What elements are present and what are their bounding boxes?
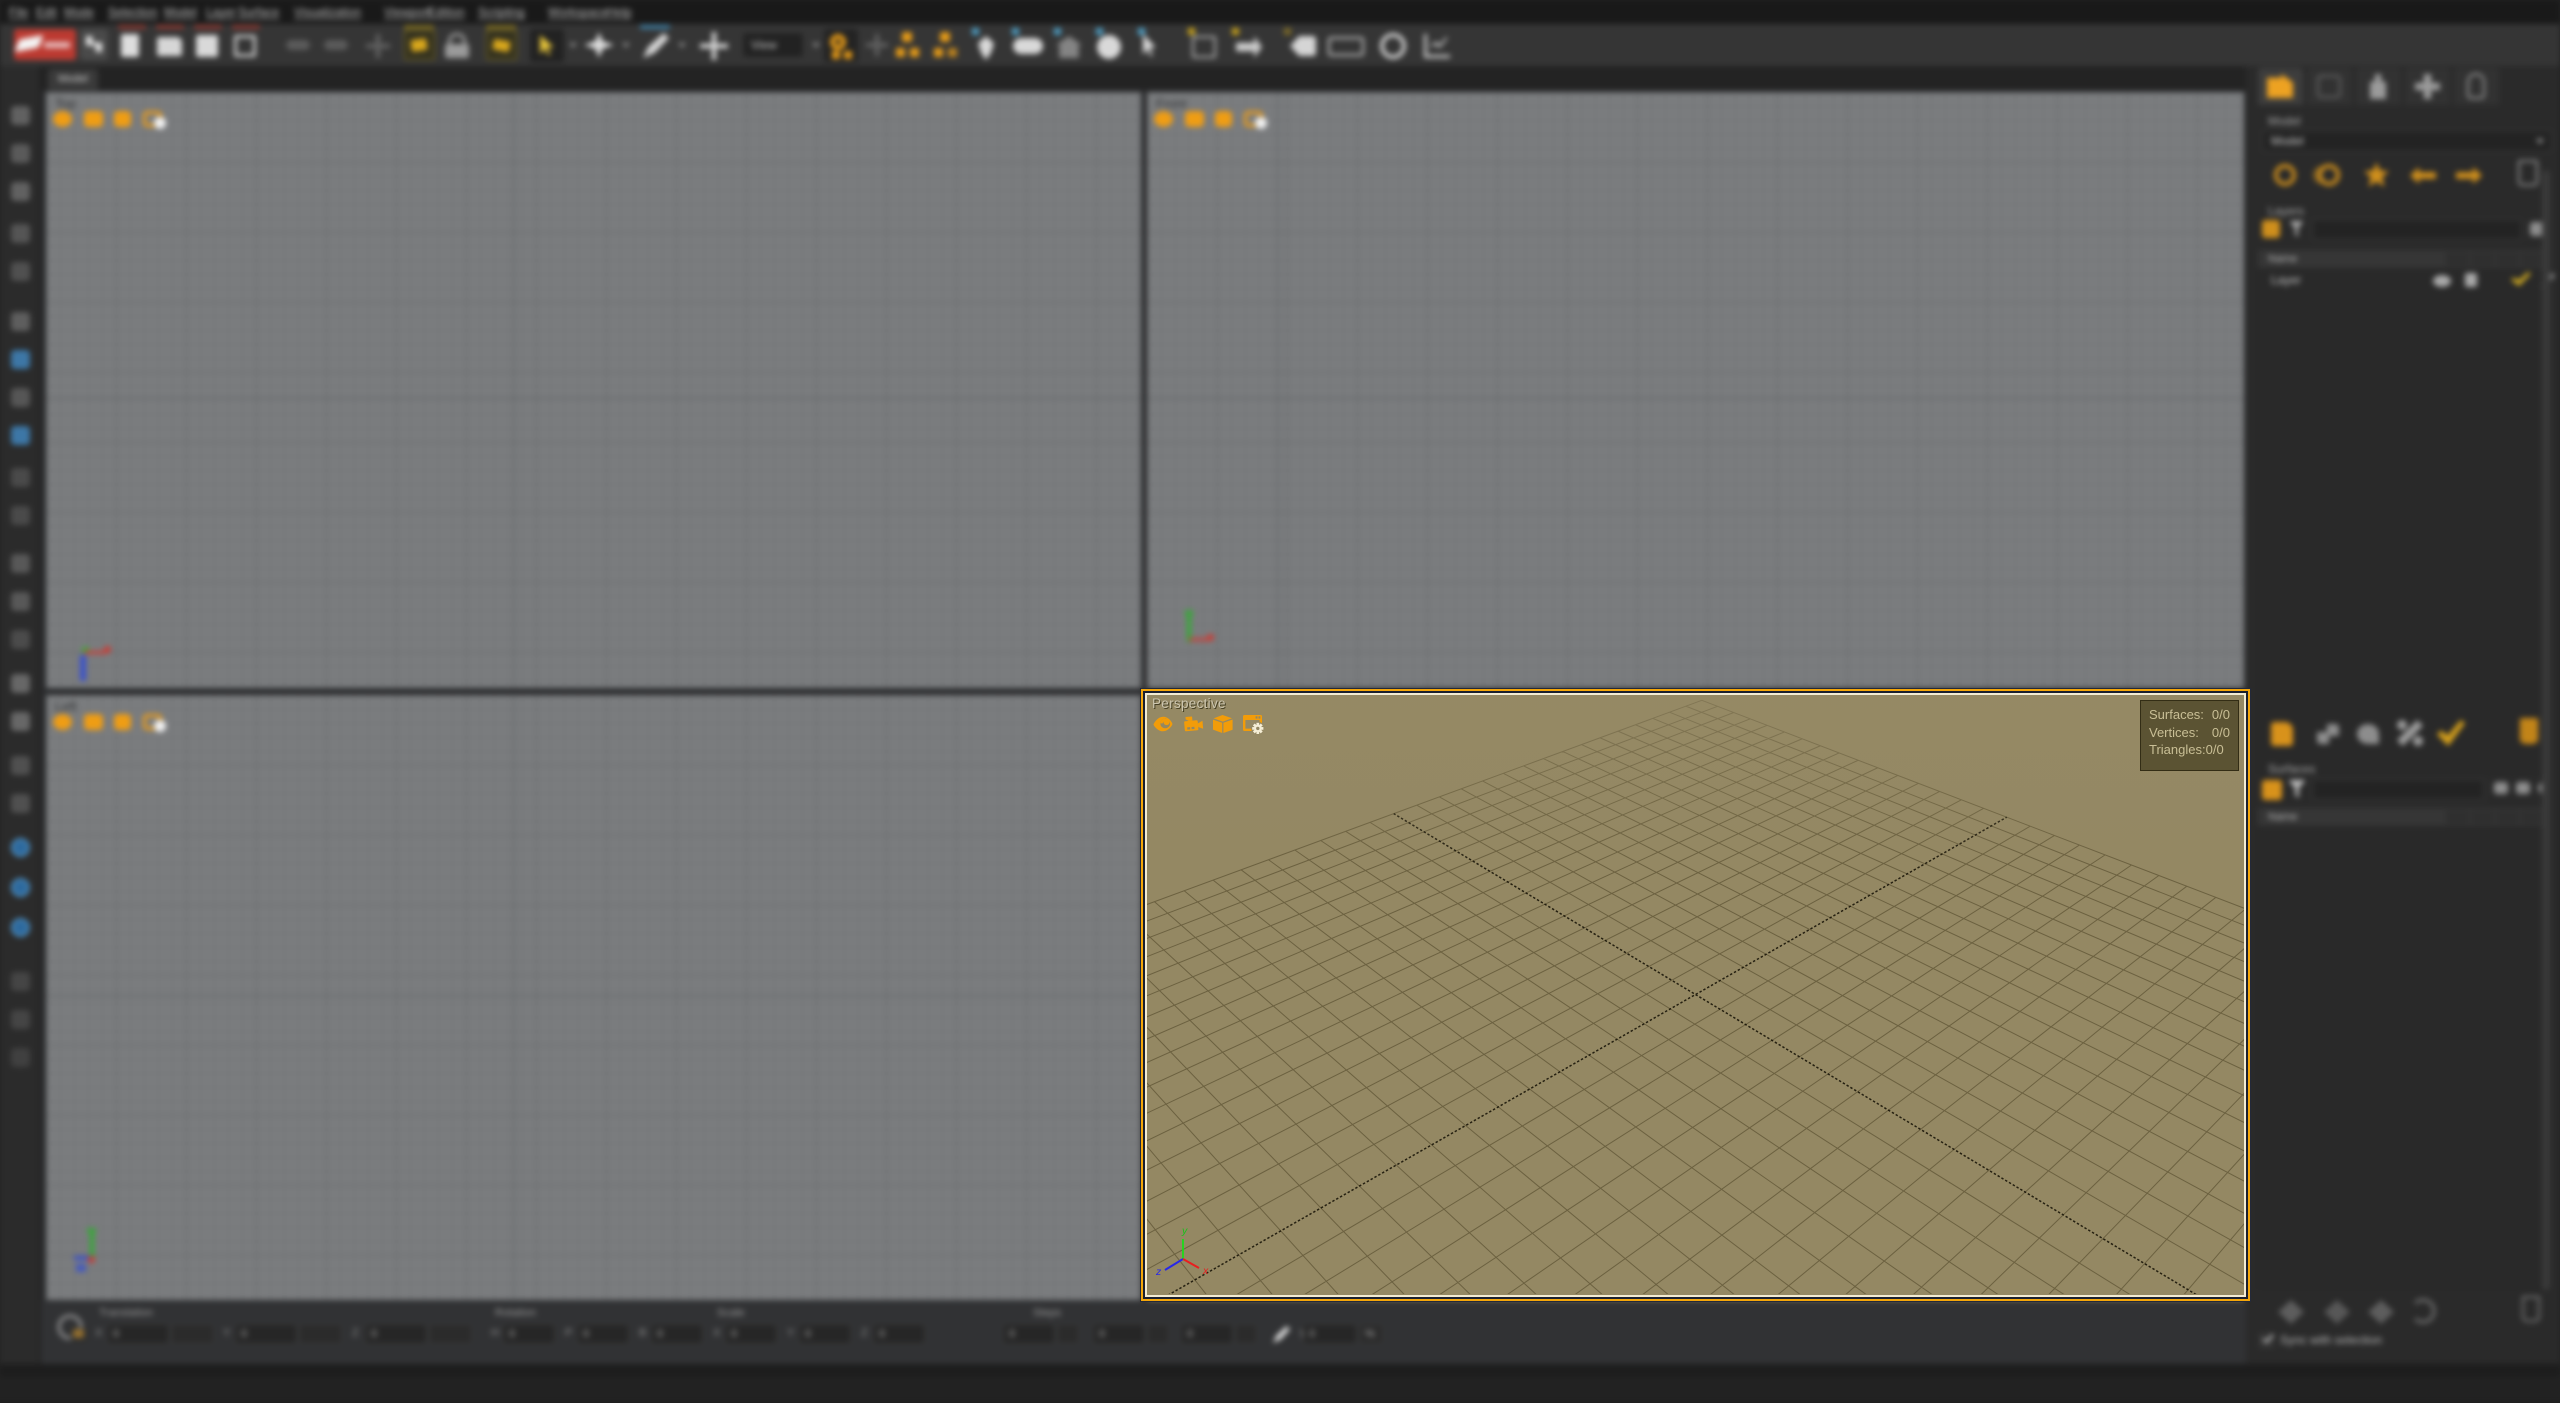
svg-text:z: z <box>1155 1266 1162 1278</box>
svg-text:y: y <box>1181 1225 1188 1237</box>
svg-text:x: x <box>1202 1265 1209 1277</box>
